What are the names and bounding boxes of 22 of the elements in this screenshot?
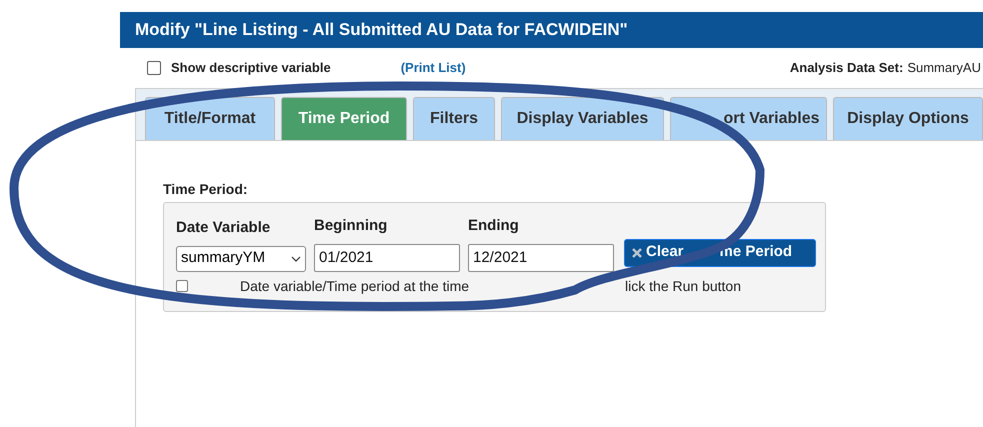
field-label: Date Variable xyxy=(176,218,272,238)
checkbox-label: Date variable/Time period at the time xyxy=(240,278,470,294)
field-label: Ending xyxy=(468,216,520,236)
tab[interactable]: Title/Format xyxy=(145,97,275,140)
print-list-link[interactable]: (Print List) xyxy=(400,58,466,78)
close-icon xyxy=(631,246,643,258)
date-input[interactable]: 01/2021 xyxy=(314,244,460,272)
tab[interactable]: Filters xyxy=(413,97,495,140)
checkbox[interactable] xyxy=(147,61,161,75)
date-variable-select[interactable]: summaryYM xyxy=(176,246,306,272)
chevron-down-icon xyxy=(291,256,301,262)
tab[interactable]: Display Options xyxy=(833,97,983,140)
analysis-data-set-label: Analysis Data Set: xyxy=(790,59,904,78)
checkbox[interactable] xyxy=(176,280,188,292)
dialog-title: Modify "Line Listing - All Submitted AU Data for FACWIDEIN" xyxy=(120,12,983,48)
section-heading: Time Period: xyxy=(163,180,249,199)
field-label: Beginning xyxy=(314,216,388,236)
analysis-data-set-value: SummaryAU xyxy=(907,59,981,78)
checkbox-label: Show descriptive variable xyxy=(171,59,331,78)
date-input[interactable]: 12/2021 xyxy=(468,244,614,272)
checkbox-label: lick the Run button xyxy=(625,278,741,294)
tab[interactable]: Display Variables xyxy=(501,97,664,140)
